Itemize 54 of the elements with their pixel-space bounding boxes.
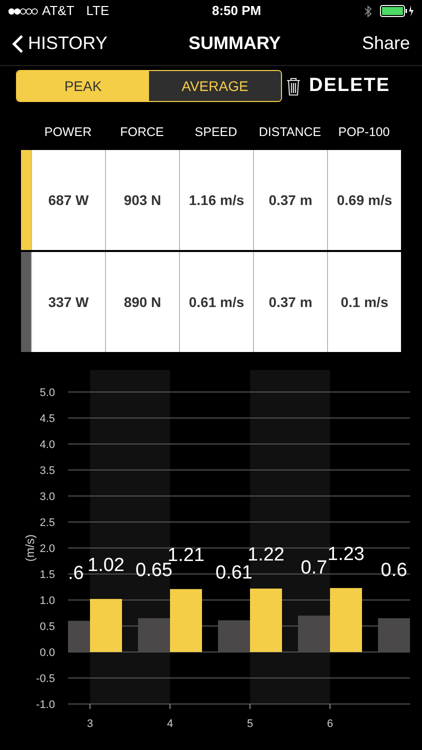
trash-icon xyxy=(286,76,302,96)
x-tick-label: 5 xyxy=(246,718,254,730)
y-tick-label: 0.5 xyxy=(40,621,55,633)
y-tick-label: 5.0 xyxy=(40,387,55,399)
table-cell: 0.69 m/s xyxy=(327,150,401,250)
screen-title: SUMMARY xyxy=(188,33,281,53)
x-tick-label: 3 xyxy=(86,718,94,730)
table-cell: 337 W xyxy=(31,252,105,352)
column-header: FORCE xyxy=(119,124,165,141)
back-icon xyxy=(12,34,24,54)
x-tick-label: 6 xyxy=(326,718,334,730)
y-tick-label: 1.5 xyxy=(40,569,55,581)
table-cell: 1.16 m/s xyxy=(179,150,253,250)
value-label: 0.6 xyxy=(380,560,408,582)
table-cell: 903 N xyxy=(105,150,179,250)
network-type: LTE xyxy=(86,2,110,20)
column-header: DISTANCE xyxy=(258,124,322,141)
table-cell: 0.37 m xyxy=(253,150,327,250)
y-tick-label: 4.5 xyxy=(40,413,55,425)
battery-icon xyxy=(380,5,414,17)
y-tick-label: -1.0 xyxy=(36,699,55,711)
carrier-name: AT&T xyxy=(42,2,74,20)
y-tick-label: 2.0 xyxy=(40,543,55,555)
value-label: 0.7 xyxy=(300,558,328,579)
table-cell: 687 W xyxy=(31,150,105,250)
y-tick-label: 3.5 xyxy=(40,465,55,477)
x-tick-label: 4 xyxy=(166,718,174,730)
bluetooth-icon xyxy=(364,4,372,18)
bar xyxy=(378,618,410,652)
y-tick-label: 3.0 xyxy=(40,491,55,503)
y-tick-label: 0.0 xyxy=(40,647,55,659)
y-tick-label: 2.5 xyxy=(40,517,55,529)
value-label: 0.65 xyxy=(136,560,172,582)
segment-tab[interactable]: AVERAGE xyxy=(149,71,281,101)
table-cell: 890 N xyxy=(105,252,179,352)
value-label: 1.02 xyxy=(88,554,124,576)
y-axis-label: (m/s) xyxy=(23,534,37,562)
back-button[interactable]: HISTORY xyxy=(12,30,108,57)
table-cell: 0.1 m/s xyxy=(327,252,401,352)
y-tick-label: -0.5 xyxy=(36,673,55,685)
y-tick-label: 1.0 xyxy=(40,595,55,607)
table-cell: 0.37 m xyxy=(253,252,327,352)
table-cell: 0.61 m/s xyxy=(179,252,253,352)
clock: 8:50 PM xyxy=(212,3,262,18)
value-label: 1.23 xyxy=(328,544,364,566)
delete-button[interactable]: DELETE xyxy=(286,72,390,100)
column-header: SPEED xyxy=(194,124,238,141)
column-header: POP-100 xyxy=(337,124,391,141)
y-tick-label: 4.0 xyxy=(40,439,55,451)
value-label: .6 xyxy=(68,562,84,584)
share-button[interactable]: Share xyxy=(362,30,410,57)
column-header: POWER xyxy=(43,124,93,141)
segment-tab[interactable]: PEAK xyxy=(17,71,149,101)
signal-icon xyxy=(8,8,38,14)
